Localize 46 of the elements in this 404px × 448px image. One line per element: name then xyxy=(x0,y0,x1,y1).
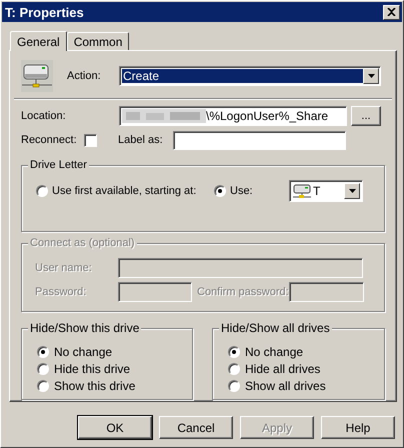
action-label: Action: xyxy=(67,68,102,84)
caret-icon xyxy=(368,74,374,78)
dialog-button[interactable]: OK xyxy=(78,416,152,439)
dialog-button[interactable]: Help xyxy=(321,416,395,439)
tab[interactable]: Common xyxy=(66,32,130,50)
radio-button[interactable] xyxy=(36,185,48,197)
radio-button[interactable] xyxy=(228,362,240,374)
radio-label: No change xyxy=(54,344,112,360)
radio-label: No change xyxy=(245,344,304,360)
radio-button[interactable] xyxy=(37,346,49,358)
close-button[interactable] xyxy=(383,4,400,20)
user-name-label: User name: xyxy=(35,260,93,276)
radio-label: Use first available, starting at: xyxy=(52,184,196,199)
reconnect-label: Reconnect: xyxy=(21,133,78,148)
radio-button[interactable] xyxy=(37,362,49,374)
network-drive-icon xyxy=(21,60,53,92)
tab[interactable]: General xyxy=(10,31,67,51)
group-title: Hide/Show all drives xyxy=(219,321,332,335)
confirm-password-label: Confirm password: xyxy=(197,284,289,300)
radio-label: Use: xyxy=(230,184,253,199)
label-as-label: Label as: xyxy=(118,133,164,148)
password-label: Password: xyxy=(35,284,88,300)
radio-label: Show all drives xyxy=(245,378,326,394)
reconnect-checkbox[interactable] xyxy=(84,134,97,147)
group-title: Connect as (optional) xyxy=(28,236,137,250)
radio-button[interactable] xyxy=(228,346,240,358)
label-as-field[interactable] xyxy=(173,131,346,150)
location-field[interactable]: \%LogonUser%_Share xyxy=(119,106,347,126)
action-dropdown[interactable]: Create xyxy=(119,66,381,86)
radio-label: Hide all drives xyxy=(245,360,320,378)
window-title: T: Properties xyxy=(5,6,84,18)
location-label: Location: xyxy=(21,108,67,124)
network-drive-icon xyxy=(293,184,311,198)
dropdown-arrow-button[interactable] xyxy=(363,68,379,84)
dropdown-arrow-button[interactable] xyxy=(344,183,360,199)
group-title: Hide/Show this drive xyxy=(28,321,142,335)
radio-button[interactable] xyxy=(214,185,226,197)
radio-label: Show this drive xyxy=(54,378,136,394)
radio-button[interactable] xyxy=(37,380,49,392)
radio-label: Hide this drive xyxy=(54,360,130,378)
close-icon xyxy=(387,8,396,16)
caret-icon xyxy=(348,189,356,193)
radio-button[interactable] xyxy=(228,380,240,392)
dialog-button[interactable]: Cancel xyxy=(159,416,233,439)
drive-dropdown[interactable]: T xyxy=(289,180,363,202)
browse-button[interactable]: ... xyxy=(351,106,381,126)
